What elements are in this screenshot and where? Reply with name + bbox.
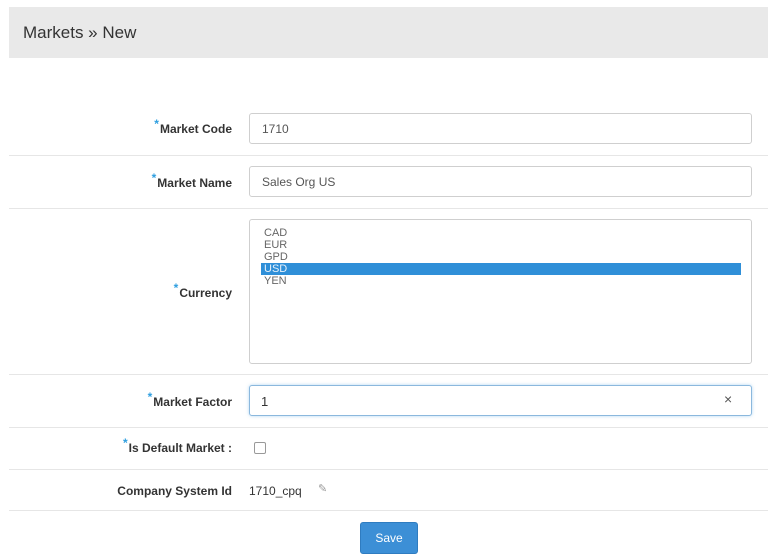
company-system-id-value: 1710_cpq xyxy=(249,484,302,498)
row-divider xyxy=(9,155,768,156)
row-divider xyxy=(9,469,768,470)
is-default-market-label: *Is Default Market : xyxy=(122,436,232,455)
market-code-label: *Market Code xyxy=(154,117,232,136)
market-name-label: *Market Name xyxy=(151,171,232,190)
edit-pencil-icon[interactable]: ✎ xyxy=(318,482,327,495)
currency-label: *Currency xyxy=(173,281,232,300)
currency-option[interactable]: CAD xyxy=(261,227,741,239)
required-marker: * xyxy=(173,281,179,295)
required-marker: * xyxy=(151,171,157,185)
currency-option[interactable]: EUR xyxy=(261,239,741,251)
market-factor-label: *Market Factor xyxy=(147,390,232,409)
clear-icon[interactable]: × xyxy=(724,391,732,407)
row-divider xyxy=(9,374,768,375)
company-system-id-label: Company System Id xyxy=(117,484,232,498)
page-header: Markets » New xyxy=(9,7,768,58)
row-divider xyxy=(9,510,768,511)
row-divider xyxy=(9,208,768,209)
currency-option[interactable]: GPD xyxy=(261,251,741,263)
currency-listbox[interactable]: CAD EUR GPD USD YEN xyxy=(249,219,752,364)
market-factor-value: 1 xyxy=(261,394,269,409)
is-default-market-checkbox[interactable] xyxy=(254,442,266,454)
required-marker: * xyxy=(154,117,159,131)
row-divider xyxy=(9,427,768,428)
currency-option[interactable]: YEN xyxy=(261,275,741,287)
market-code-input[interactable] xyxy=(249,113,752,144)
market-factor-input[interactable] xyxy=(249,385,752,416)
market-name-input[interactable] xyxy=(249,166,752,197)
currency-option-selected[interactable]: USD xyxy=(261,263,741,275)
required-marker: * xyxy=(122,436,128,450)
page-title: Markets » New xyxy=(23,22,137,42)
save-button[interactable]: Save xyxy=(360,522,418,554)
required-marker: * xyxy=(147,390,153,404)
